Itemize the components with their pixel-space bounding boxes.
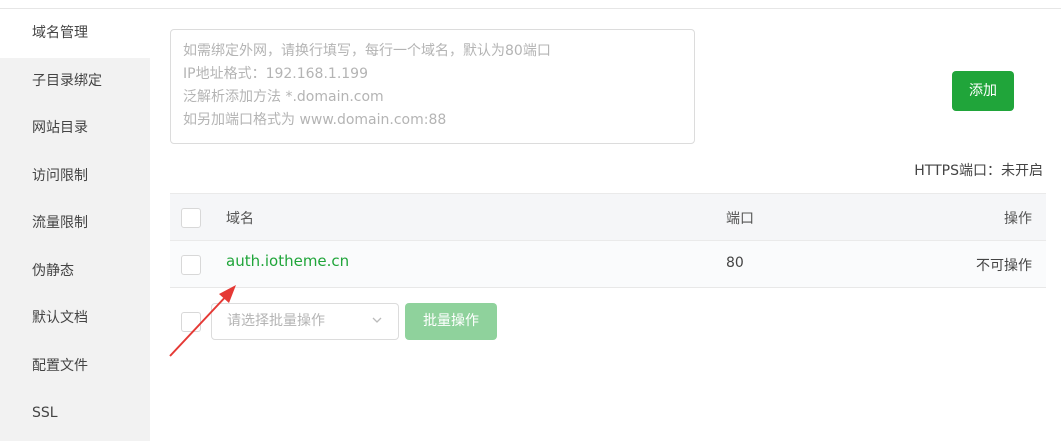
sidebar-item-rewrite[interactable]: 伪静态 bbox=[0, 248, 150, 296]
select-all-checkbox[interactable] bbox=[181, 208, 201, 228]
domain-table: 域名 端口 操作 auth.iotheme.cn 80 不可操作 bbox=[170, 193, 1046, 288]
sidebar: 域名管理 子目录绑定 网站目录 访问限制 流量限制 伪静态 默认文档 配置文件 … bbox=[0, 10, 150, 441]
https-port-status: HTTPS端口：未开启 bbox=[914, 163, 1043, 179]
table-row: auth.iotheme.cn 80 不可操作 bbox=[170, 241, 1046, 288]
row-port: 80 bbox=[726, 255, 744, 271]
batch-operation-button[interactable]: 批量操作 bbox=[405, 303, 497, 340]
sidebar-item-domain-management[interactable]: 域名管理 bbox=[0, 10, 150, 58]
header-operation: 操作 bbox=[1004, 211, 1032, 227]
sidebar-item-traffic-limit[interactable]: 流量限制 bbox=[0, 200, 150, 248]
add-domain-button[interactable]: 添加 bbox=[952, 71, 1014, 111]
sidebar-item-subdirectory-binding[interactable]: 子目录绑定 bbox=[0, 58, 150, 106]
sidebar-item-access-restriction[interactable]: 访问限制 bbox=[0, 153, 150, 201]
domain-link[interactable]: auth.iotheme.cn bbox=[226, 252, 349, 270]
domain-input[interactable]: 如需绑定外网，请换行填写，每行一个域名，默认为80端口 IP地址格式：192.1… bbox=[170, 29, 695, 144]
chevron-down-icon bbox=[372, 317, 382, 323]
sidebar-item-config-file[interactable]: 配置文件 bbox=[0, 343, 150, 391]
sidebar-item-default-document[interactable]: 默认文档 bbox=[0, 295, 150, 343]
table-header: 域名 端口 操作 bbox=[170, 194, 1046, 241]
top-border bbox=[0, 0, 1061, 9]
header-domain: 域名 bbox=[226, 211, 254, 227]
sidebar-item-ssl[interactable]: SSL bbox=[0, 390, 150, 438]
annotation-arrow-icon bbox=[169, 285, 236, 357]
row-operation: 不可操作 bbox=[976, 258, 1032, 274]
header-port: 端口 bbox=[726, 211, 754, 227]
row-checkbox[interactable] bbox=[181, 255, 201, 275]
sidebar-item-site-directory[interactable]: 网站目录 bbox=[0, 105, 150, 153]
